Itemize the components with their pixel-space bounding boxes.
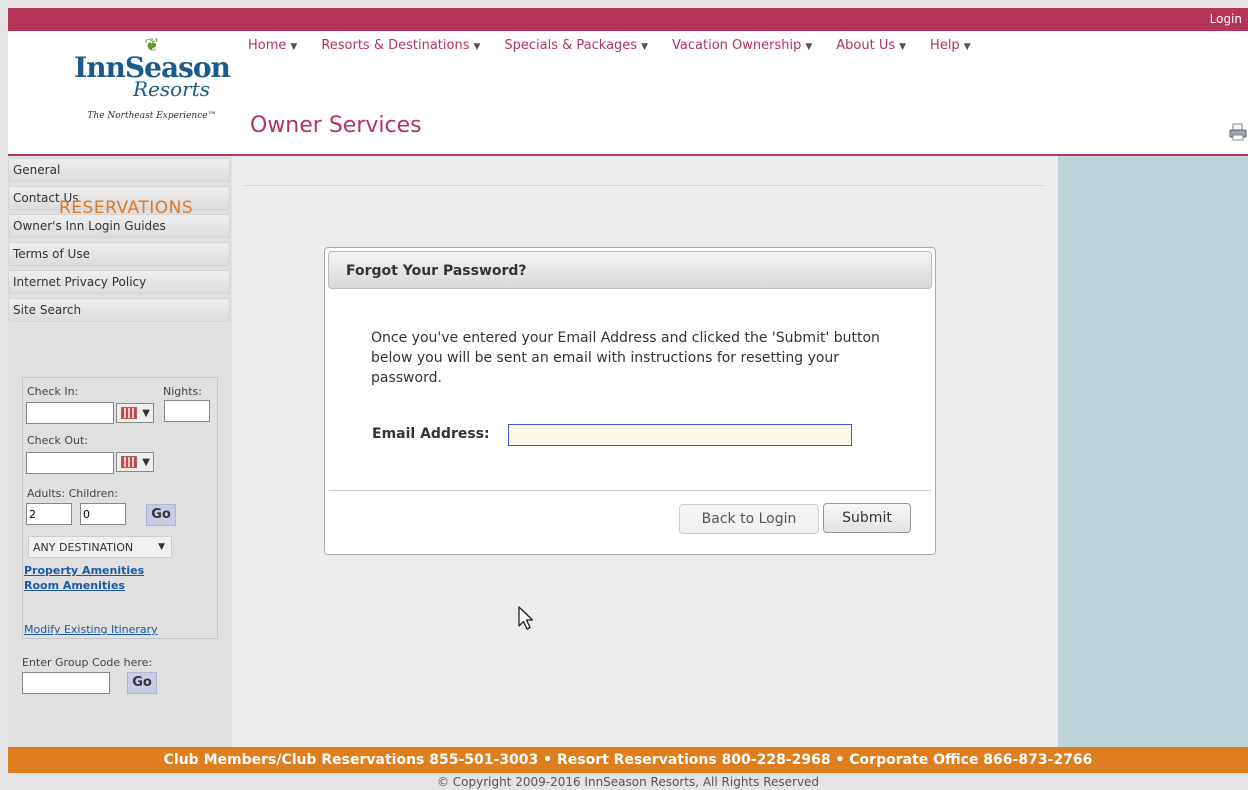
content-divider <box>244 185 1044 186</box>
top-bar: Login <box>8 8 1248 31</box>
logo-tagline: The Northeast Experience™ <box>87 111 217 121</box>
destination-select[interactable]: ANY DESTINATION ▼ <box>28 536 172 558</box>
adults-input[interactable] <box>26 503 72 525</box>
nights-label: Nights: <box>163 385 202 398</box>
dialog-title: Forgot Your Password? <box>346 263 527 279</box>
dialog-divider <box>329 490 931 491</box>
adults-children-label: Adults: Children: <box>27 487 119 500</box>
caret-down-icon: ▼ <box>641 42 649 52</box>
nav-vacation-ownership[interactable]: Vacation Ownership ▼ <box>672 38 812 53</box>
check-in-label: Check In: <box>27 385 79 398</box>
dialog-header: Forgot Your Password? <box>328 251 932 289</box>
check-in-input[interactable] <box>26 402 114 424</box>
group-code-input[interactable] <box>22 672 110 694</box>
login-link[interactable]: Login <box>1210 12 1242 26</box>
nav-resorts-destinations[interactable]: Resorts & Destinations ▼ <box>321 38 480 53</box>
caret-down-icon: ▼ <box>473 42 481 52</box>
modify-itinerary-link[interactable]: Modify Existing Itinerary <box>24 623 158 636</box>
page-title: Owner Services <box>250 113 422 138</box>
nav-home[interactable]: Home ▼ <box>248 38 297 53</box>
right-panel <box>1058 156 1248 747</box>
logo[interactable]: ❦ InnSeason Resorts The Northeast Experi… <box>62 37 242 122</box>
caret-down-icon: ▼ <box>899 42 907 52</box>
group-code-label: Enter Group Code here: <box>22 656 153 669</box>
reservations-title: RESERVATIONS <box>59 198 194 218</box>
calendar-icon <box>121 456 137 468</box>
reservations-go-button[interactable]: Go <box>146 504 176 526</box>
footer-contacts: Club Members/Club Reservations 855-501-3… <box>8 747 1248 773</box>
group-code-go-button[interactable]: Go <box>127 672 157 694</box>
caret-down-icon: ▼ <box>805 42 813 52</box>
caret-down-icon: ▼ <box>158 542 165 552</box>
sidebar-item-terms-of-use[interactable]: Terms of Use <box>8 242 230 266</box>
submit-button[interactable]: Submit <box>823 503 911 533</box>
main-nav: Home ▼ Resorts & Destinations ▼ Specials &… <box>248 38 995 53</box>
email-input[interactable] <box>508 424 852 446</box>
back-to-login-button[interactable]: Back to Login <box>679 504 819 534</box>
caret-down-icon: ▼ <box>142 457 150 468</box>
sidebar-item-general[interactable]: General <box>8 158 230 182</box>
nights-input[interactable] <box>164 400 210 422</box>
sidebar-item-privacy-policy[interactable]: Internet Privacy Policy <box>8 270 230 294</box>
children-input[interactable] <box>80 503 126 525</box>
printer-icon[interactable] <box>1228 123 1248 141</box>
caret-down-icon: ▼ <box>142 408 150 419</box>
footer-copyright: © Copyright 2009-2016 InnSeason Resorts,… <box>8 773 1248 790</box>
nav-about-us[interactable]: About Us ▼ <box>836 38 906 53</box>
forgot-password-dialog: Forgot Your Password? Once you've entere… <box>324 247 936 555</box>
check-in-calendar-button[interactable]: ▼ <box>116 403 154 423</box>
header: ❦ InnSeason Resorts The Northeast Experi… <box>8 31 1248 156</box>
property-amenities-link[interactable]: Property Amenities <box>24 564 144 577</box>
destination-value: ANY DESTINATION <box>33 541 134 554</box>
nav-help[interactable]: Help ▼ <box>930 38 971 53</box>
sidebar-item-site-search[interactable]: Site Search <box>8 298 230 322</box>
check-out-calendar-button[interactable]: ▼ <box>116 452 154 472</box>
email-label: Email Address: <box>372 426 490 442</box>
cursor-icon <box>518 606 534 630</box>
calendar-icon <box>121 407 137 419</box>
caret-down-icon: ▼ <box>290 42 298 52</box>
check-out-label: Check Out: <box>27 434 88 447</box>
check-out-input[interactable] <box>26 452 114 474</box>
dialog-message: Once you've entered your Email Address a… <box>371 330 880 386</box>
nav-specials-packages[interactable]: Specials & Packages ▼ <box>504 38 648 53</box>
room-amenities-link[interactable]: Room Amenities <box>24 579 125 592</box>
caret-down-icon: ▼ <box>963 42 971 52</box>
